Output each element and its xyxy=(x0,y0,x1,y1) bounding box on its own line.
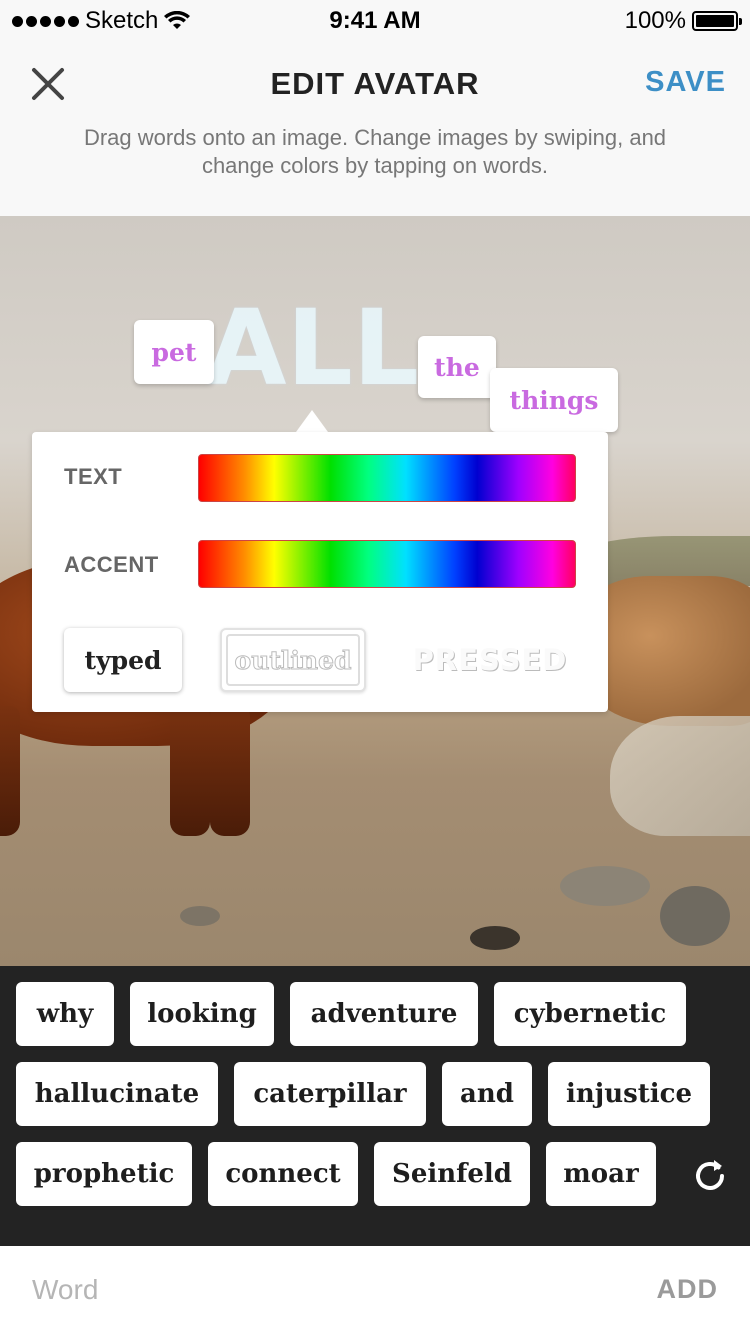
word-input-bar: ADD xyxy=(0,1246,750,1334)
word-chip[interactable]: hallucinate xyxy=(16,1062,218,1126)
pebble xyxy=(660,886,730,946)
popover-arrow xyxy=(296,410,328,432)
accent-color-label: ACCENT xyxy=(64,552,159,577)
accent-color-slider[interactable] xyxy=(198,540,576,588)
word-bank: why looking adventure cybernetic halluci… xyxy=(0,966,750,1246)
pebble xyxy=(470,926,520,950)
color-picker-popover: TEXT ACCENT typed outlined PRESSED xyxy=(32,432,608,712)
word-chip[interactable]: injustice xyxy=(548,1062,710,1126)
header: EDIT AVATAR SAVE Drag words onto an imag… xyxy=(0,40,750,216)
canvas-word-the[interactable]: the xyxy=(418,336,496,398)
battery-percent: 100% xyxy=(624,7,686,34)
pebble xyxy=(180,906,220,926)
avatar-image-canvas[interactable]: ALL pet the things TEXT ACCENT typed out… xyxy=(0,216,750,966)
word-chip[interactable]: looking xyxy=(130,982,274,1046)
style-outlined-button[interactable]: outlined xyxy=(220,628,366,692)
background-water xyxy=(610,716,750,836)
canvas-word-all[interactable]: ALL xyxy=(206,296,419,400)
refresh-icon[interactable] xyxy=(688,1154,732,1198)
status-right: 100% xyxy=(624,7,742,35)
status-bar: Sketch 9:41 AM 100% xyxy=(0,0,750,40)
text-color-slider[interactable] xyxy=(198,454,576,502)
battery-icon xyxy=(692,11,742,31)
style-typed-button[interactable]: typed xyxy=(64,628,182,692)
word-chip[interactable]: cybernetic xyxy=(494,982,686,1046)
instructions-text: Drag words onto an image. Change images … xyxy=(83,125,667,178)
save-button[interactable]: SAVE xyxy=(645,66,726,99)
word-chip[interactable]: prophetic xyxy=(16,1142,192,1206)
canvas-word-pet[interactable]: pet xyxy=(134,320,214,384)
add-button[interactable]: ADD xyxy=(657,1274,719,1305)
word-input[interactable] xyxy=(32,1266,592,1314)
pebble xyxy=(560,866,650,906)
word-chip[interactable]: adventure xyxy=(290,982,478,1046)
word-chip[interactable]: why xyxy=(16,982,114,1046)
word-chip[interactable]: connect xyxy=(208,1142,358,1206)
outlined-inner-border xyxy=(226,634,360,686)
word-chip[interactable]: moar xyxy=(546,1142,656,1206)
canvas-word-things[interactable]: things xyxy=(490,368,618,432)
style-pressed-button[interactable]: PRESSED xyxy=(404,628,576,692)
word-chip[interactable]: caterpillar xyxy=(234,1062,426,1126)
page-title: EDIT AVATAR xyxy=(270,66,480,101)
text-color-label: TEXT xyxy=(64,464,123,489)
word-chip[interactable]: Seinfeld xyxy=(374,1142,530,1206)
word-chip[interactable]: and xyxy=(442,1062,532,1126)
